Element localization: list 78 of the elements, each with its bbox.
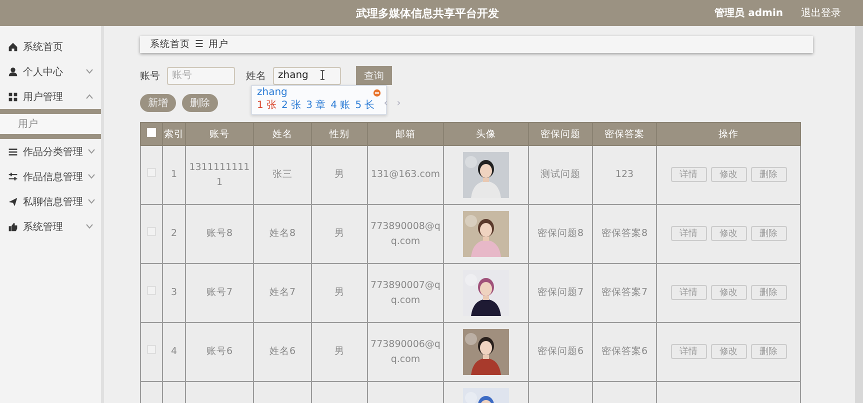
column-header: 性别: [312, 122, 368, 146]
separator-icon: ☰: [195, 39, 204, 50]
table-cell: 账号8: [186, 204, 254, 264]
table-cell: 3: [162, 264, 186, 322]
column-header: 头像: [444, 122, 528, 146]
column-header: 邮箱: [368, 122, 444, 146]
search-button[interactable]: 查询: [356, 66, 392, 85]
table-cell: 账号6: [186, 322, 254, 382]
table-cell: 131@163.com: [368, 146, 444, 204]
table-cell: 123: [592, 146, 656, 204]
submenu-item[interactable]: 用户: [0, 109, 101, 139]
sidebar-item[interactable]: 个人中心: [0, 59, 101, 84]
column-header: 操作: [656, 122, 800, 146]
column-header: 密保问题: [528, 122, 592, 146]
ime-candidate[interactable]: 2 张: [282, 98, 302, 112]
breadcrumb-current: 用户: [208, 38, 229, 51]
row-action-button[interactable]: 删除: [750, 344, 786, 360]
row-action-button[interactable]: 修改: [710, 167, 746, 182]
app-title: 武理多媒体信息共享平台开发: [354, 6, 500, 20]
sidebar-item[interactable]: 用户管理: [0, 84, 101, 109]
table-cell: 男: [312, 322, 368, 382]
row-action-button[interactable]: 详情: [670, 285, 706, 300]
ime-candidate[interactable]: 3 章: [306, 98, 326, 112]
row-action-button[interactable]: 删除: [750, 167, 786, 182]
next-page-icon[interactable]: ›: [396, 98, 401, 112]
table-cell: 测试问题: [528, 146, 592, 204]
breadcrumb-link[interactable]: 系统首页: [150, 38, 190, 51]
input-field[interactable]: zhang: [273, 66, 341, 84]
sidebar-item[interactable]: 作品分类管理: [0, 139, 101, 164]
admin-label: 管理员 admin: [714, 6, 783, 20]
ime-pinyin-text: zhang: [257, 87, 288, 98]
table-cell: 4: [162, 322, 186, 382]
row-action-button[interactable]: 修改: [710, 226, 746, 242]
prev-page-icon[interactable]: ‹: [384, 98, 388, 112]
row-action-button[interactable]: 删除: [750, 226, 786, 242]
column-header: 索引: [162, 122, 186, 146]
table-cell: 1: [162, 146, 186, 204]
table-cell: 密保问题8: [528, 204, 592, 264]
table-cell: 姓名7: [254, 264, 312, 322]
action-button[interactable]: 删除: [182, 94, 218, 112]
table-cell: 姓名8: [254, 204, 312, 264]
table-cell: 密保答案7: [592, 264, 656, 322]
sidebar-item[interactable]: 系统首页: [0, 34, 101, 59]
table-cell: 密保答案6: [592, 322, 656, 382]
table-cell: 男: [312, 146, 368, 204]
row-action-button[interactable]: 详情: [670, 226, 706, 242]
sidebar-item[interactable]: 私聊信息管理: [0, 189, 101, 214]
row-action-button[interactable]: 删除: [750, 285, 786, 300]
table-cell: 账号7: [186, 264, 254, 322]
table-cell: 男: [312, 264, 368, 322]
table-cell: 男: [312, 204, 368, 264]
table-cell: 773890006@qq.com: [368, 322, 444, 382]
field-label: 账号: [140, 70, 160, 82]
table-cell: 密保问题7: [528, 264, 592, 322]
field-label: 姓名: [246, 70, 266, 82]
table-cell: 姓名6: [254, 322, 312, 382]
row-action-button[interactable]: 修改: [710, 344, 746, 360]
column-header: 姓名: [254, 122, 312, 146]
table-cell: 密保问题6: [528, 322, 592, 382]
column-header: 账号: [186, 122, 254, 146]
table-cell: 773890008@qq.com: [368, 204, 444, 264]
table-cell: 密保答案8: [592, 204, 656, 264]
logout-link[interactable]: 退出登录: [801, 6, 841, 20]
row-action-button[interactable]: 修改: [710, 285, 746, 300]
sidebar-item[interactable]: 系统管理: [0, 214, 101, 239]
ime-candidate[interactable]: 1 张: [257, 98, 277, 112]
ime-candidate[interactable]: 4 账: [330, 98, 350, 112]
ime-candidate[interactable]: 5 长: [355, 98, 375, 112]
table-cell: 2: [162, 204, 186, 264]
row-action-button[interactable]: 详情: [670, 344, 706, 360]
input-field[interactable]: 账号: [167, 66, 235, 84]
table-cell: 13111111111: [186, 146, 254, 204]
column-header: 密保答案: [592, 122, 656, 146]
action-button[interactable]: 新增: [140, 94, 176, 112]
table-cell: 张三: [254, 146, 312, 204]
row-action-button[interactable]: 详情: [670, 167, 706, 182]
sidebar-item[interactable]: 作品信息管理: [0, 164, 101, 189]
table-cell: 773890007@qq.com: [368, 264, 444, 322]
